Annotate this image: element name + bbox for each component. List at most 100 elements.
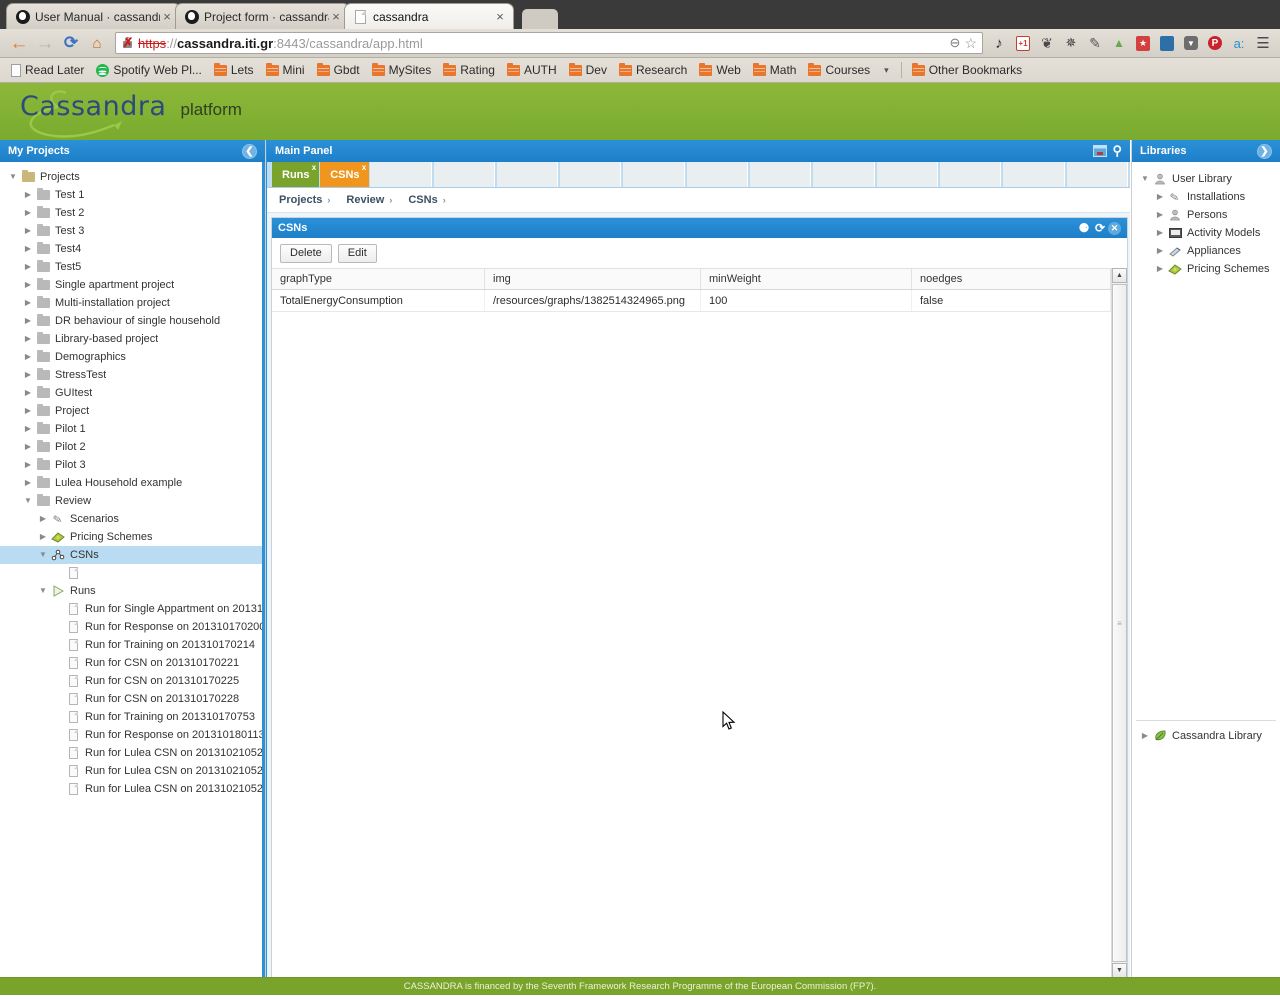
project-tree-item-node[interactable]: ▶ Lulea Household example [0,474,265,492]
new-tab-button[interactable] [522,9,558,29]
breadcrumb-item-projects[interactable]: Projects › [279,194,330,206]
browser-tab-2[interactable]: Project form · cassandra-p × [175,3,350,29]
tab-slot-empty[interactable] [876,162,939,187]
close-icon[interactable]: × [160,10,174,23]
bookmark-mysites[interactable]: MySites [366,59,438,81]
bookmark-mini[interactable]: Mini [260,59,311,81]
project-tree-item-node[interactable]: ▶ Test 2 [0,204,265,222]
project-tree-item-node[interactable]: ▶ Library-based project [0,330,265,348]
table-row[interactable]: TotalEnergyConsumption/resources/graphs/… [272,290,1111,312]
tab-slot-empty[interactable] [686,162,749,187]
project-tree-item-node[interactable]: ▶ Test5 [0,258,265,276]
chevron-down-icon[interactable]: ▼ [6,173,20,181]
chevron-right-icon[interactable]: ▶ [21,317,35,325]
chevron-right-icon[interactable]: ▶ [21,407,35,415]
project-tree-item-node[interactable]: Run for Single Appartment on 20131017015 [0,600,265,618]
address-bar[interactable]: ✗ https :// cassandra.iti.gr :8443/cassa… [115,32,983,54]
chrome-menu-icon[interactable]: ☰ [1252,32,1274,54]
project-tree-item-node[interactable]: ▶ DR behaviour of single household [0,312,265,330]
cassandra-library-tree[interactable]: ▶ Cassandra Library [1132,727,1280,995]
project-tree-item-node[interactable]: ▶ GUItest [0,384,265,402]
bookmark-math[interactable]: Math [747,59,803,81]
tab-slot-empty[interactable] [496,162,559,187]
chevron-right-icon[interactable]: ▶ [21,263,35,271]
chevron-right-icon[interactable]: ▶ [1153,265,1167,273]
library-item-node[interactable]: ▶ Pricing Schemes [1132,260,1280,278]
project-tree-item-node[interactable]: Run for Response on 201310180113 [0,726,265,744]
project-tree-item-node[interactable]: Run for Lulea CSN on 201310210525 [0,744,265,762]
evernote-icon[interactable]: ❦ [1036,32,1058,54]
chevron-down-icon[interactable]: ▼ [36,587,50,595]
project-tree-item-node[interactable]: ▶ Single apartment project [0,276,265,294]
browser-tab-3[interactable]: cassandra × [344,3,514,29]
library-item-node[interactable]: ▶ Activity Models [1132,224,1280,242]
project-tree-item-node[interactable]: ▼ Review [0,492,265,510]
project-tree-item-node[interactable]: ▼ Projects [0,168,265,186]
column-header-minweight[interactable]: minWeight [701,269,912,289]
bookmark-courses[interactable]: Courses [802,59,876,81]
tab-runs[interactable]: Runs x [272,162,320,187]
search-icon[interactable]: ⚲ [1112,143,1122,159]
library-item-node[interactable]: ▶ Cassandra Library [1132,727,1280,745]
close-icon[interactable]: x [312,163,316,172]
chevron-right-icon[interactable]: ▶ [1153,247,1167,255]
filter-icon[interactable]: ⚈ [1076,221,1092,235]
tab-csns[interactable]: CSNs x [320,162,370,187]
main-panel-tabstrip[interactable]: Runs x CSNs x [267,162,1130,188]
project-tree-item-node[interactable]: Run for CSN on 201310170225 [0,672,265,690]
breadcrumb-item-csns[interactable]: CSNs › [408,194,445,206]
chevron-right-icon[interactable]: ▶ [21,227,35,235]
chevron-right-icon[interactable]: ▶ [21,425,35,433]
bookmark-lets[interactable]: Lets [208,59,260,81]
grid-body[interactable]: TotalEnergyConsumption/resources/graphs/… [272,290,1111,978]
project-tree-item-node[interactable]: ▶ Demographics [0,348,265,366]
chevron-right-icon[interactable]: ▶ [21,389,35,397]
refresh-icon[interactable]: ⟳ [1092,221,1108,235]
tab-slot-empty[interactable] [813,162,875,187]
breadcrumb[interactable]: Projects › Review › CSNs › [267,188,1130,213]
column-header-graphtype[interactable]: graphType [272,269,485,289]
tab-slot-empty[interactable] [623,162,685,187]
edit-button[interactable]: Edit [337,243,377,263]
user-library-tree[interactable]: ▼ User Library ▶ ✎ Installations ▶ Persons ▶ Act… [1132,162,1280,714]
tab-slot-empty[interactable] [1003,162,1065,187]
project-tree[interactable]: ▼ Projects ▶ Test 1 ▶ Test 2 ▶ Test 3 ▶ Test4 ▶ Tes… [0,162,265,979]
tab-slot-empty[interactable] [1066,162,1128,187]
tab-slot-empty[interactable] [370,162,432,187]
panel-icon[interactable] [1093,145,1108,157]
collapse-left-panel-button[interactable]: ❮ [242,143,257,159]
chevron-right-icon[interactable]: ▶ [36,515,50,523]
pocket-icon[interactable]: ★ [1132,32,1154,54]
eyedropper-icon[interactable]: ✎ [1084,32,1106,54]
project-tree-item-node[interactable]: Run for Training on 201310170753 [0,708,265,726]
tab-slot-empty[interactable] [433,162,495,187]
bookmark-web[interactable]: Web [693,59,746,81]
project-tree-item-node[interactable]: Run for Lulea CSN on 201310210526 [0,780,265,798]
google-plus-one-icon[interactable]: +1 [1012,32,1034,54]
project-tree-item-node[interactable]: ▶ Pilot 1 [0,420,265,438]
bookmark-spotify[interactable]: Spotify Web Pl... [90,59,207,81]
bookmark-read-later[interactable]: Read Later [5,59,90,81]
tab-slot-empty[interactable] [560,162,622,187]
close-icon[interactable]: × [493,10,507,23]
project-tree-item-node[interactable]: Run for CSN on 201310170228 [0,690,265,708]
project-tree-item-node[interactable]: ▶ Pilot 3 [0,456,265,474]
chevron-down-icon[interactable]: ▼ [1138,175,1152,183]
project-tree-item-node[interactable]: ▶ Test 1 [0,186,265,204]
shazam-icon[interactable]: ♪ [988,32,1010,54]
chevron-right-icon[interactable]: ▶ [21,281,35,289]
column-header-img[interactable]: img [485,269,701,289]
chevron-right-icon[interactable]: ▶ [21,191,35,199]
back-button[interactable]: ← [6,31,32,55]
close-icon[interactable]: ✕ [1108,221,1121,235]
project-tree-item-node[interactable]: ▶ StressTest [0,366,265,384]
chevron-right-icon[interactable]: ▶ [1138,732,1152,740]
reload-button[interactable]: ⟳ [58,31,84,55]
chevron-right-icon[interactable]: ▶ [36,533,50,541]
bookmark-gbdt[interactable]: Gbdt [311,59,366,81]
bookmarks-overflow-icon[interactable]: ▾ [876,65,897,76]
project-tree-item-node[interactable]: ▶ ✎ Scenarios [0,510,265,528]
column-header-noedges[interactable]: noedges [912,269,1111,289]
library-item-node[interactable]: ▼ User Library [1132,170,1280,188]
project-tree-item-node[interactable]: ▼ CSNs [0,546,265,564]
